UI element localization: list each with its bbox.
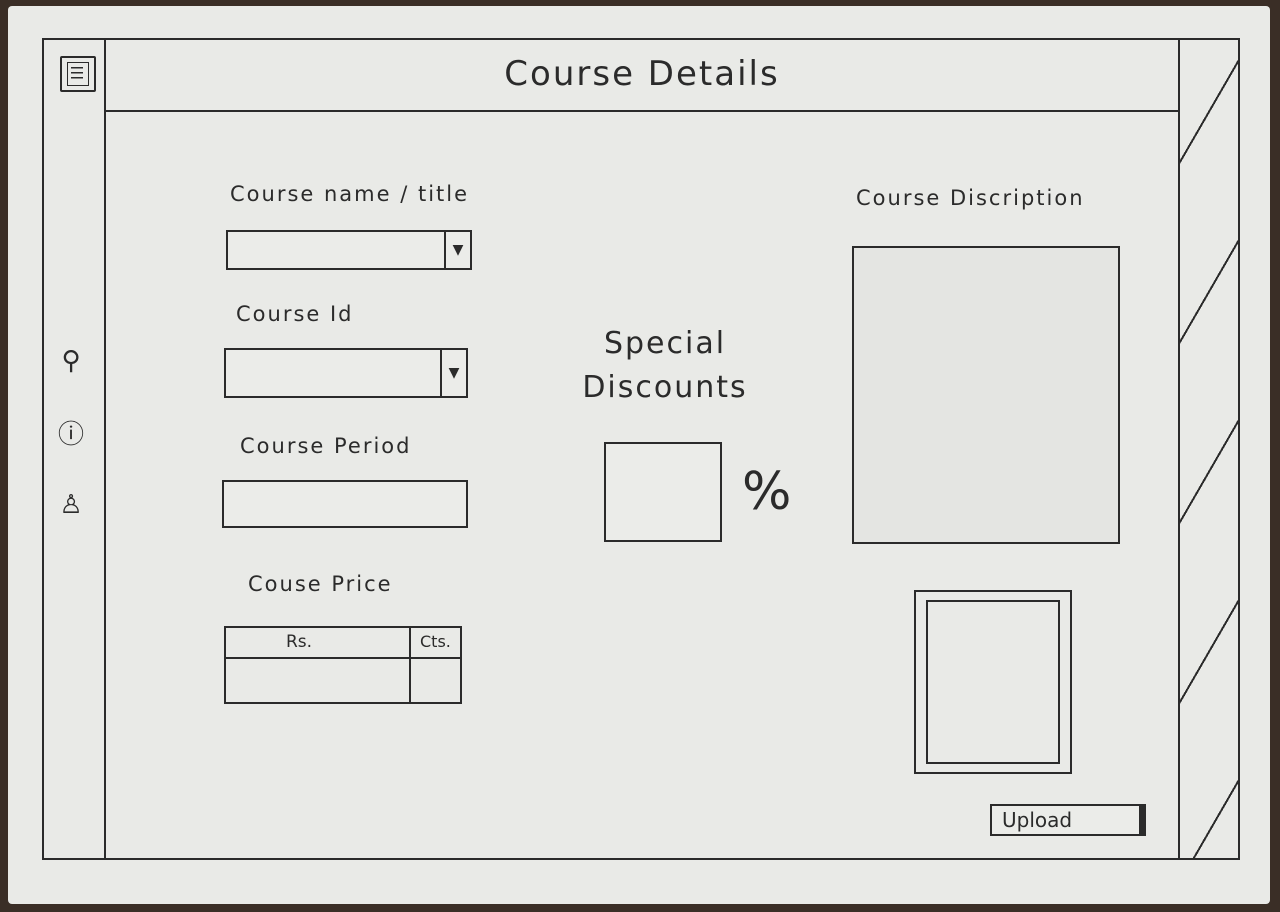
image-preview-frame — [926, 600, 1060, 764]
chevron-down-icon[interactable]: ▼ — [440, 350, 466, 396]
price-rs-header: Rs. — [286, 632, 313, 652]
percent-symbol: % — [742, 462, 792, 522]
course-name-label: Course name / title — [230, 182, 470, 206]
upload-button[interactable]: Upload — [990, 804, 1146, 836]
course-name-dropdown[interactable]: ▼ — [226, 230, 472, 270]
course-image-preview — [914, 590, 1072, 774]
special-discounts-title-line1: Special — [603, 326, 727, 361]
price-rs-input[interactable] — [226, 659, 409, 702]
course-description-textarea[interactable] — [852, 246, 1120, 544]
header-divider — [106, 110, 1178, 112]
special-discounts-title-line2: Discounts — [582, 370, 748, 405]
discount-input[interactable] — [604, 442, 722, 542]
course-id-dropdown[interactable]: ▼ — [224, 348, 468, 398]
special-discounts-title: Special Discounts — [570, 322, 760, 410]
price-cts-header: Cts. — [420, 632, 451, 651]
user-icon[interactable]: ♙ — [56, 490, 86, 520]
help-icon[interactable]: ⓘ — [56, 420, 86, 450]
hamburger-menu-icon[interactable] — [60, 56, 96, 92]
course-price-table: Rs. Cts. — [224, 626, 462, 704]
page-title: Course Details — [504, 54, 780, 94]
price-cts-input[interactable] — [411, 659, 460, 702]
chevron-down-icon[interactable]: ▼ — [444, 232, 470, 268]
course-price-label: Couse Price — [248, 572, 393, 596]
course-description-label: Course Discription — [856, 186, 1085, 210]
search-icon[interactable]: ⚲ — [56, 346, 86, 376]
right-scrollbar[interactable] — [1178, 40, 1240, 858]
course-period-input[interactable] — [222, 480, 468, 528]
course-id-label: Course Id — [236, 302, 354, 326]
course-period-label: Course Period — [240, 434, 412, 458]
